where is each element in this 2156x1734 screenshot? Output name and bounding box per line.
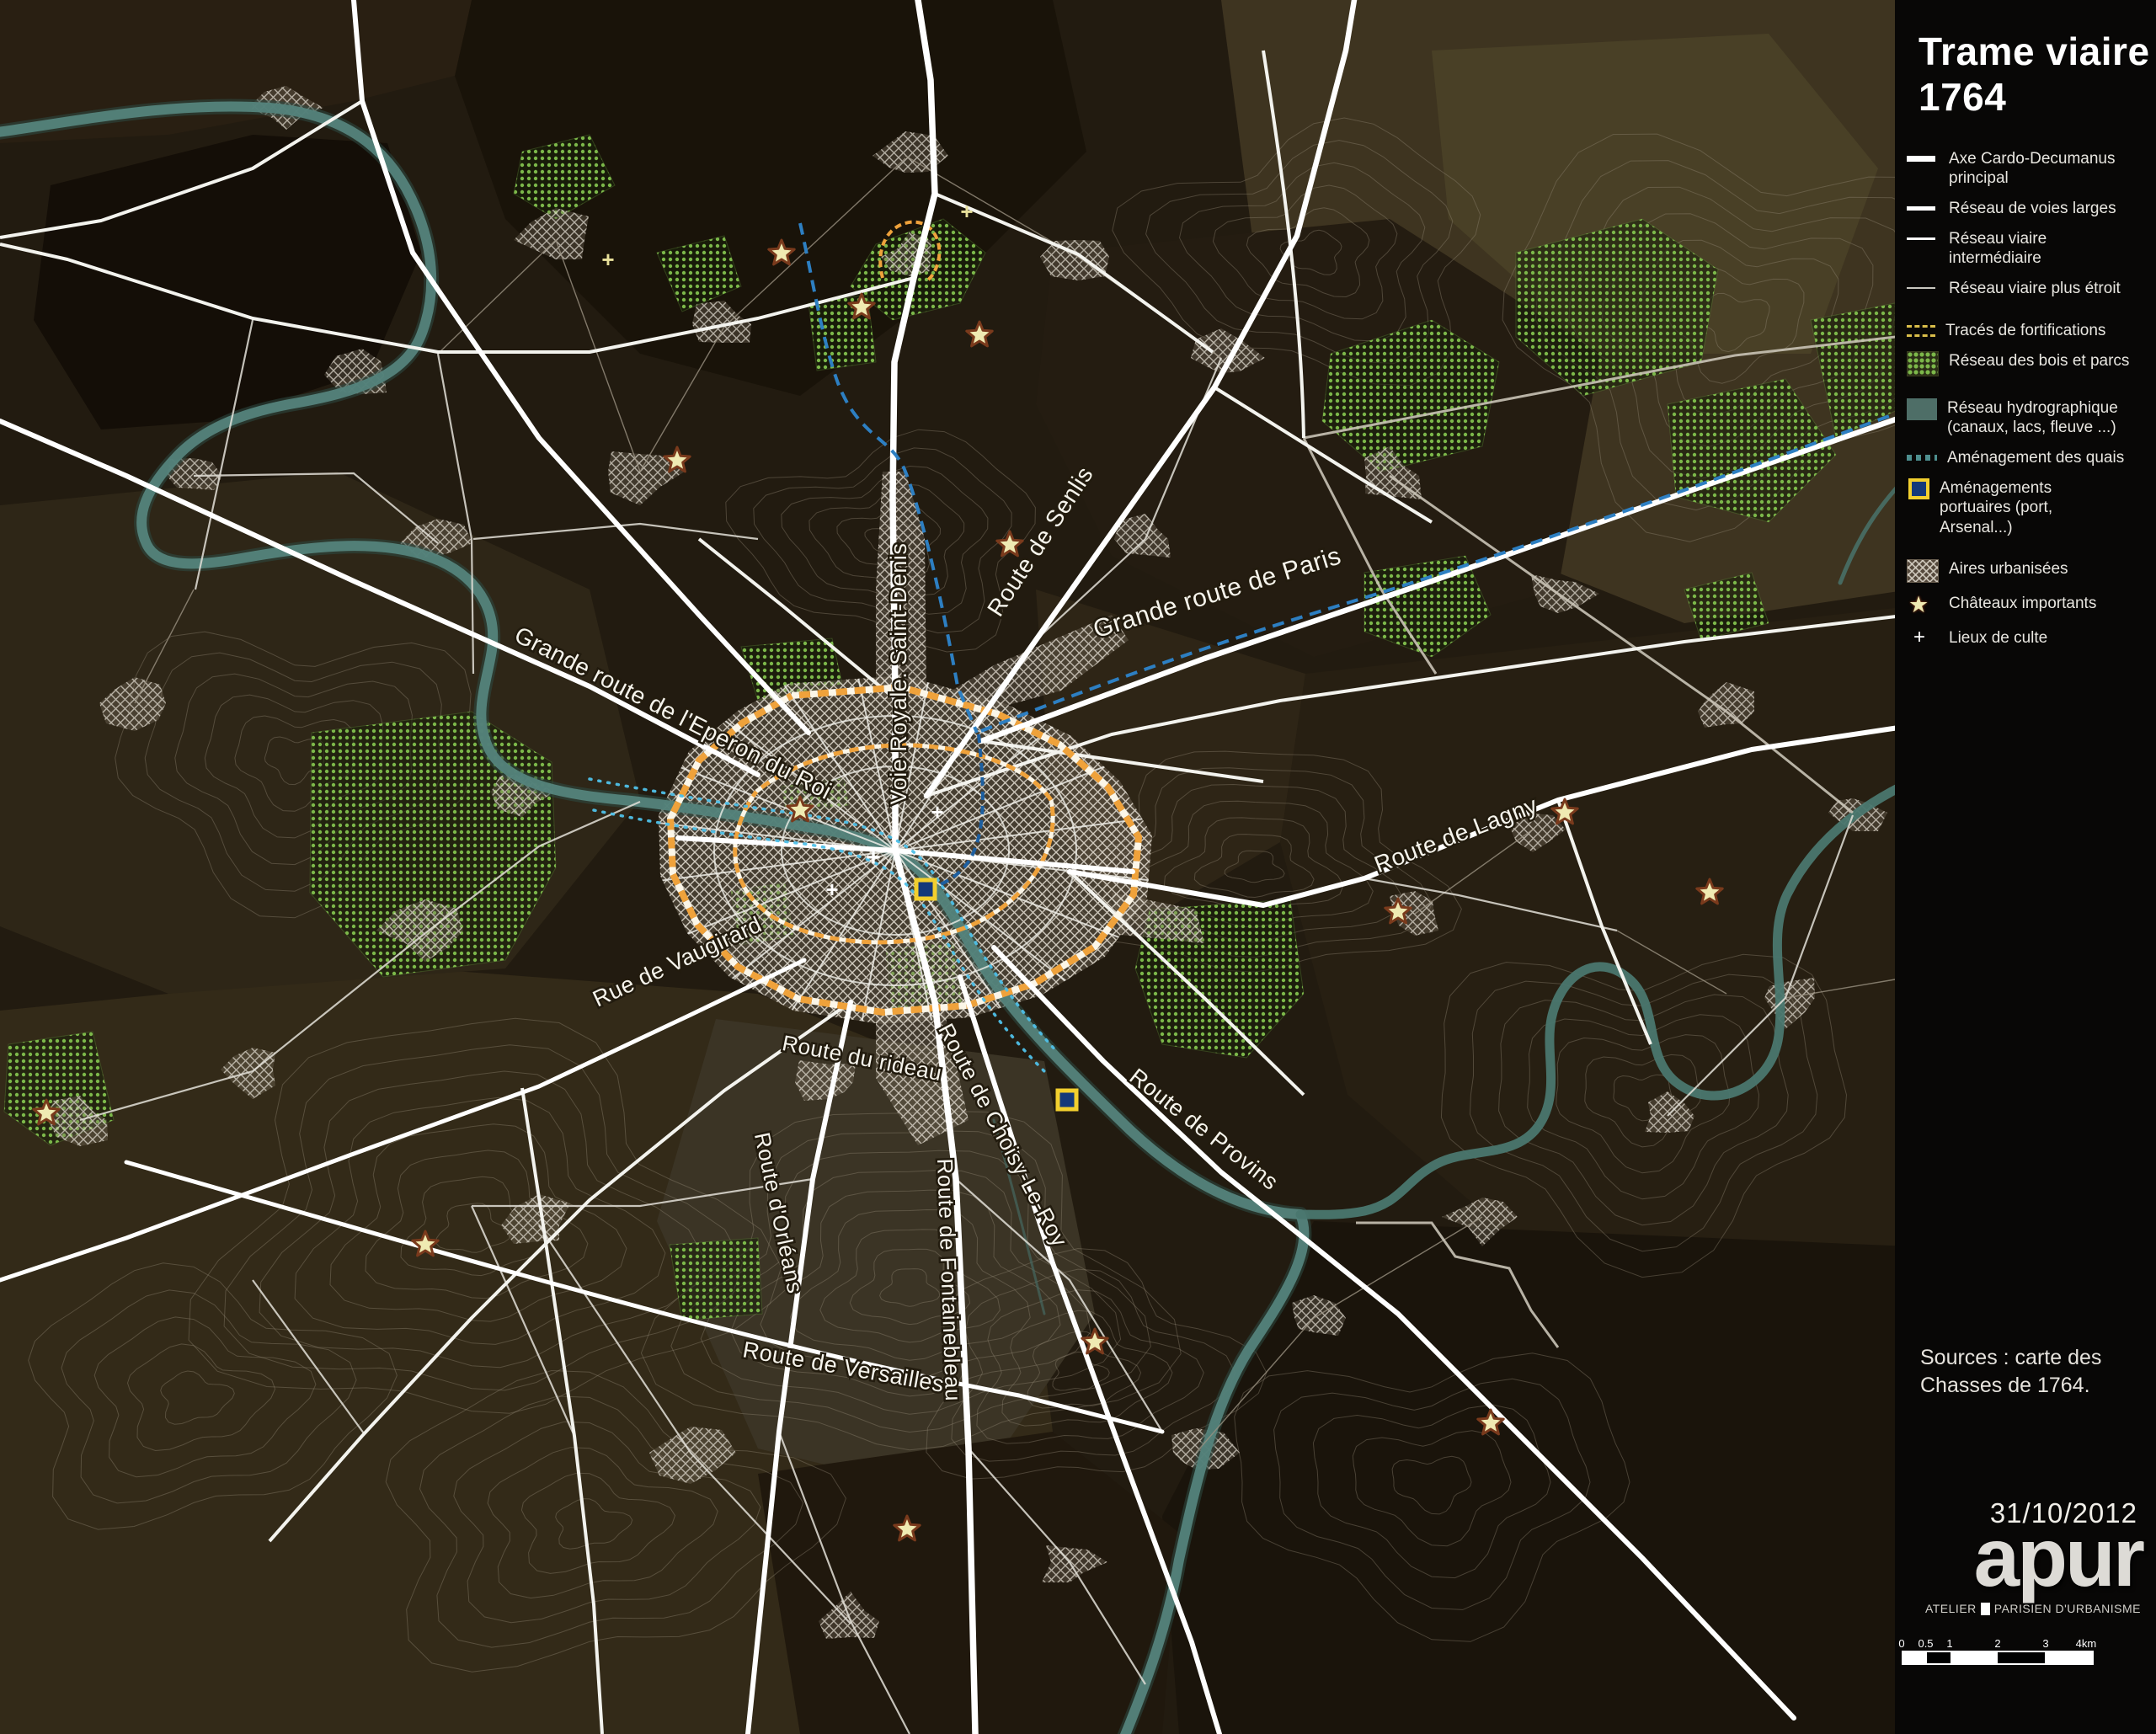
legend-label: Réseau hydrographique (canaux, lacs, fle… [1947, 398, 2131, 437]
svg-text:+: + [931, 799, 943, 824]
road-label: Voie Royale. Saint-Denis [886, 543, 911, 805]
legend-item: Châteaux importants [1907, 594, 2151, 617]
legend-item: Réseau viaire plus étroit [1907, 279, 2151, 298]
svg-text:+: + [866, 844, 881, 872]
legend-label: Châteaux importants [1949, 594, 2132, 613]
map-title-line2: 1764 [1919, 74, 2156, 120]
scale-label: 2 [1994, 1637, 2000, 1650]
legend-label: Aménagement des quais [1947, 448, 2131, 467]
village-area [1040, 240, 1109, 280]
urban-hatch-icon [1907, 559, 1939, 583]
svg-text:+: + [825, 877, 838, 902]
parks-swatch-icon [1907, 351, 1939, 376]
legend-label: Aires urbanisées [1949, 559, 2132, 579]
legend-label: Réseau de voies larges [1949, 199, 2132, 218]
legend-panel: Trame viaire 1764 Axe Cardo-Decumanus pr… [1895, 0, 2156, 1734]
legend-label: Réseau viaire plus étroit [1949, 279, 2132, 298]
svg-text:+: + [601, 247, 614, 272]
legend-item: Aires urbanisées [1907, 559, 2151, 583]
legend-item: Réseau viaire intermédiaire [1907, 229, 2151, 268]
apur-tagline-right: PARISIEN D'URBANISME [1994, 1602, 2141, 1615]
sources-note: Sources : carte des Chasses de 1764. [1920, 1344, 2132, 1400]
fortification-dash-icon [1907, 325, 1935, 337]
svg-text:+: + [960, 199, 973, 224]
scale-label: 3 [2042, 1637, 2048, 1650]
quais-dash-icon [1907, 455, 1937, 461]
scale-label: 4km [2076, 1637, 2097, 1650]
scale-bar-segments [1902, 1651, 2094, 1665]
scale-label: 1 [1946, 1637, 1952, 1650]
legend-item: Axe Cardo-Decumanus principal [1907, 149, 2151, 188]
scale-label: 0 [1898, 1637, 1904, 1650]
legend-item: Réseau de voies larges [1907, 199, 2151, 218]
legend-label: Axe Cardo-Decumanus principal [1949, 149, 2132, 188]
port-square [1058, 1091, 1076, 1109]
legend-item: Réseau des bois et parcs [1907, 351, 2151, 376]
culte-plus-icon [1907, 628, 1939, 648]
medium-line-swatch-icon [1907, 199, 1939, 217]
legend-item: Aménagements portuaires (port, Arsenal..… [1907, 478, 2151, 537]
legend-label: Réseau des bois et parcs [1949, 351, 2132, 371]
legend-item: Aménagement des quais [1907, 448, 2151, 467]
scale-label: 0.5 [1918, 1637, 1933, 1650]
legend-item: Lieux de culte [1907, 628, 2151, 648]
map-title-line1: Trame viaire [1919, 29, 2156, 74]
apur-logo-block [1981, 1603, 1990, 1615]
map-title: Trame viaire 1764 [1919, 29, 2156, 120]
legend: Axe Cardo-Decumanus principal Réseau de … [1907, 149, 2156, 648]
scale-labels: 0 0.5 1 2 3 4km [1902, 1637, 2094, 1651]
apur-tagline-left: ATELIER [1925, 1602, 1977, 1615]
hairline-swatch-icon [1907, 279, 1939, 297]
apur-tagline: ATELIER PARISIEN D'URBANISME [1925, 1602, 2141, 1615]
scale-bar: 0 0.5 1 2 3 4km [1902, 1637, 2094, 1667]
legend-item: Tracés de fortifications [1907, 321, 2151, 340]
legend-label: Réseau viaire intermédiaire [1949, 229, 2132, 268]
port-square-icon [1908, 478, 1929, 499]
legend-label: Aménagements portuaires (port, Arsenal..… [1940, 478, 2123, 537]
chateau-star-icon [1907, 594, 1939, 617]
water-swatch-icon [1907, 398, 1937, 420]
legend-label: Tracés de fortifications [1945, 321, 2129, 340]
port-square [916, 880, 935, 899]
legend-item: Réseau hydrographique (canaux, lacs, fle… [1907, 398, 2151, 437]
legend-label: Lieux de culte [1949, 628, 2132, 648]
apur-logo: apur [1974, 1516, 2143, 1598]
thin-line-swatch-icon [1907, 229, 1939, 248]
map-canvas: + + + + + Voie Royale. Saint-Denis Route… [0, 0, 2156, 1734]
thick-line-swatch-icon [1907, 149, 1939, 168]
page: { "panel": { "title_line1": "Trame viair… [0, 0, 2156, 1734]
